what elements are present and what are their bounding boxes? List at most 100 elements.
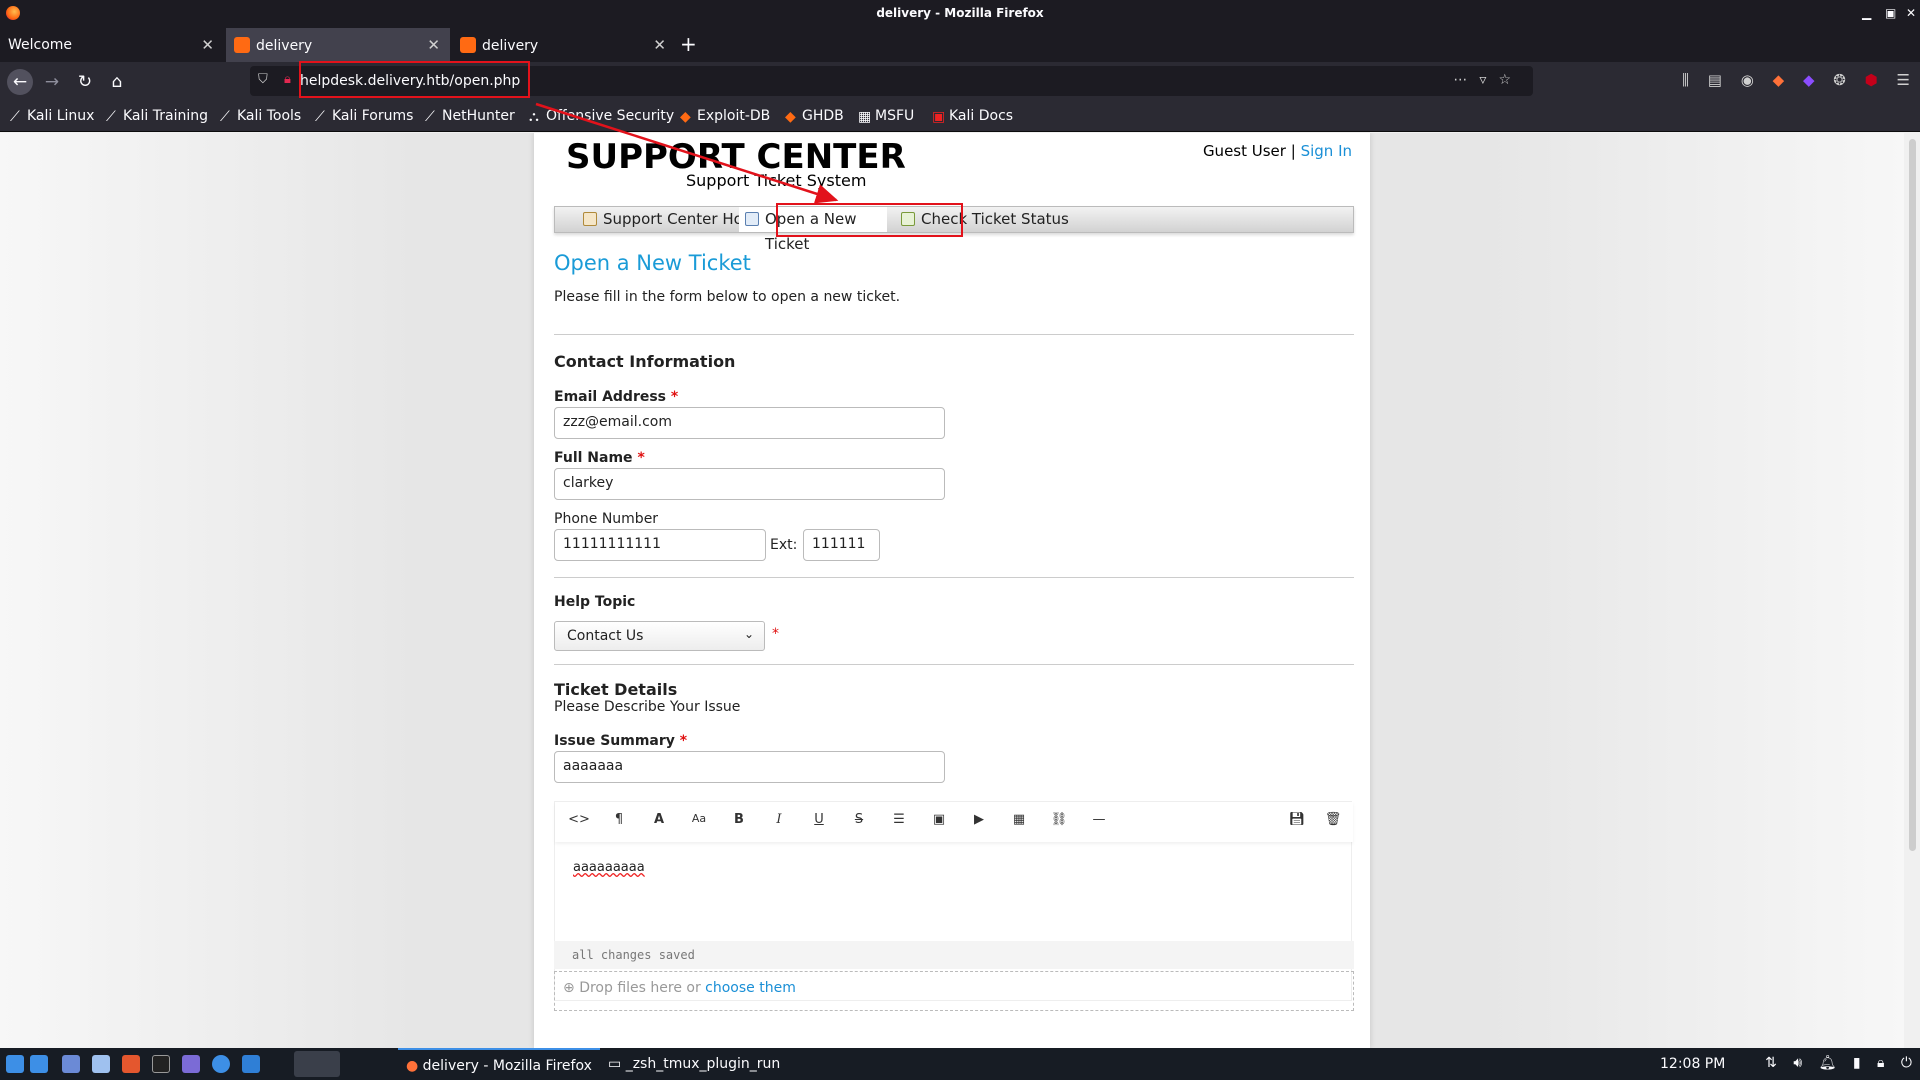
session-icon[interactable]: ⏻	[1901, 1055, 1912, 1071]
lock-screen-icon[interactable]: 🔒︎	[1877, 1055, 1884, 1071]
image-icon[interactable]: ▣	[927, 812, 951, 832]
video-icon[interactable]: ▶	[967, 812, 991, 832]
bookmark-offensive-security[interactable]: ⛬ Offensive Security	[529, 108, 674, 125]
firefox-icon: ●	[406, 1058, 419, 1074]
bookmark-kali-tools[interactable]: ⟋ Kali Tools	[220, 108, 301, 125]
navigation-toolbar: ← → ↻ ⌂ ⛉ 🔒︎ helpdesk.delivery.htb/open.…	[0, 62, 1920, 100]
help-topic-heading: Help Topic	[554, 594, 636, 610]
divider	[554, 577, 1354, 578]
email-label: Email Address *	[554, 389, 679, 405]
font-color-icon[interactable]: A	[647, 812, 671, 832]
email-field[interactable]: zzz@email.com	[554, 407, 945, 439]
italic-icon[interactable]: I	[767, 812, 791, 832]
vscode-icon[interactable]	[242, 1055, 260, 1073]
kali-menu-icon[interactable]	[6, 1055, 24, 1073]
minimize-icon[interactable]: ▁	[1862, 6, 1871, 20]
firefox-taskbar-icon[interactable]	[294, 1051, 340, 1077]
remote-desktop-icon[interactable]	[182, 1055, 200, 1073]
battery-icon[interactable]: ▮	[1853, 1055, 1861, 1071]
bookmark-kali-training[interactable]: ⟋ Kali Training	[106, 108, 208, 125]
account-icon[interactable]: ◉	[1741, 71, 1754, 89]
kali-dragon-icon: ⟋	[220, 109, 230, 125]
extension-ublock-icon[interactable]: ⬢	[1865, 71, 1878, 89]
bookmark-exploit-db[interactable]: ◆ Exploit-DB	[680, 108, 770, 125]
browser-icon[interactable]	[212, 1055, 230, 1073]
paragraph-icon[interactable]: ¶	[607, 812, 631, 832]
extension-cookie-icon[interactable]: ❂	[1833, 71, 1846, 89]
kali-dragon-icon: ⟋	[10, 109, 20, 125]
full-name-field[interactable]: clarkey	[554, 468, 945, 500]
reload-icon[interactable]: ↻	[72, 69, 98, 95]
save-draft-icon[interactable]: 💾︎	[1285, 812, 1309, 832]
help-topic-select[interactable]: Contact Us ⌄	[554, 621, 765, 651]
bookmarks-toolbar: ⟋ Kali Linux ⟋ Kali Training ⟋ Kali Tools ⟋…	[0, 100, 1920, 132]
new-tab-icon[interactable]: +	[680, 32, 697, 56]
page-actions-icon[interactable]: ⋯	[1453, 72, 1479, 88]
extension-foxyproxy-icon[interactable]: ◆	[1773, 71, 1785, 89]
phone-field[interactable]: 11111111111	[554, 529, 766, 561]
font-size-icon[interactable]: Aa	[687, 812, 711, 832]
tab-delivery[interactable]: delivery ✕	[452, 28, 676, 62]
menu-icon[interactable]: ☰	[1897, 71, 1910, 89]
insecure-lock-icon[interactable]: 🔒︎	[284, 72, 291, 87]
link-icon[interactable]: ⛓	[1047, 812, 1071, 832]
code-view-icon[interactable]: <>	[567, 812, 591, 832]
tab-strip: Welcome ✕ delivery ✕ delivery ✕ +	[0, 26, 1920, 62]
strikethrough-icon[interactable]: S	[847, 812, 871, 832]
close-window-icon[interactable]: ✕	[1906, 6, 1916, 20]
clock[interactable]: 12:08 PM	[1660, 1056, 1725, 1072]
close-tab-icon[interactable]: ✕	[201, 36, 214, 54]
kali-dragon-icon: ⟋	[425, 109, 435, 125]
terminal-icon[interactable]	[152, 1055, 170, 1073]
forward-icon[interactable]: →	[39, 69, 65, 95]
table-icon[interactable]: ▦	[1007, 812, 1031, 832]
volume-icon[interactable]: 🔊︎	[1793, 1055, 1802, 1071]
task-terminal[interactable]: ▭ _zsh_tmux_plugin_run	[600, 1048, 788, 1080]
file-dropzone[interactable]: ⊕ Drop files here or choose them	[554, 971, 1354, 1011]
underline-icon[interactable]: U	[807, 812, 831, 832]
task-firefox[interactable]: ● delivery - Mozilla Firefox	[398, 1048, 600, 1080]
close-tab-icon[interactable]: ✕	[427, 36, 440, 54]
notifications-icon[interactable]: 🔔︎	[1819, 1055, 1837, 1071]
app-launcher-icon[interactable]	[30, 1055, 48, 1073]
bookmark-kali-linux[interactable]: ⟋ Kali Linux	[10, 108, 94, 125]
maximize-icon[interactable]: ▣	[1885, 6, 1896, 20]
back-icon[interactable]: ←	[7, 69, 33, 95]
close-tab-icon[interactable]: ✕	[653, 36, 666, 54]
trash-icon[interactable]: 🗑︎	[1321, 812, 1345, 832]
bold-icon[interactable]: B	[727, 812, 751, 832]
bookmark-kali-forums[interactable]: ⟋ Kali Forums	[315, 108, 413, 125]
required-marker: *	[772, 626, 779, 642]
bookmark-nethunter[interactable]: ⟋ NetHunter	[425, 108, 515, 125]
required-marker: *	[679, 733, 688, 749]
page-scrollbar[interactable]	[1904, 133, 1920, 1048]
site-favicon-icon	[234, 37, 250, 53]
burp-suite-icon[interactable]	[122, 1055, 140, 1073]
workspace-icon[interactable]	[62, 1055, 80, 1073]
scrollbar-thumb[interactable]	[1909, 139, 1916, 851]
choose-files-link[interactable]: choose them	[705, 980, 796, 996]
tab-welcome[interactable]: Welcome ✕	[0, 28, 224, 62]
tracking-shield-icon[interactable]: ⛉	[258, 72, 268, 87]
library-icon[interactable]: ⫼	[1682, 71, 1689, 89]
horizontal-rule-icon[interactable]: —	[1087, 812, 1111, 832]
bookmark-ghdb[interactable]: ◆ GHDB	[785, 108, 844, 125]
ext-field[interactable]: 111111	[803, 529, 880, 561]
extension-purple-icon[interactable]: ◆	[1803, 71, 1815, 89]
list-icon[interactable]: ☰	[887, 812, 911, 832]
editor-content[interactable]: aaaaaaaaa	[573, 860, 645, 875]
home-icon[interactable]: ⌂	[104, 69, 130, 95]
tab-label: Welcome	[8, 37, 73, 53]
sidebar-icon[interactable]: ▤	[1708, 71, 1722, 89]
bookmark-kali-docs[interactable]: ▣ Kali Docs	[932, 108, 1013, 125]
system-taskbar: ● delivery - Mozilla Firefox ▭ _zsh_tmux…	[0, 1048, 1920, 1080]
issue-summary-field[interactable]: aaaaaaa	[554, 751, 945, 783]
bookmark-star-icon[interactable]: ☆	[1498, 72, 1523, 88]
tab-delivery-active[interactable]: delivery ✕	[226, 28, 450, 62]
full-name-label: Full Name *	[554, 450, 645, 466]
network-icon[interactable]: ⇅	[1765, 1055, 1777, 1071]
bookmark-msfu[interactable]: ▦ MSFU	[858, 108, 914, 125]
pocket-icon[interactable]: ▿	[1479, 72, 1498, 88]
file-manager-icon[interactable]	[92, 1055, 110, 1073]
sign-in-link[interactable]: Sign In	[1301, 142, 1352, 160]
